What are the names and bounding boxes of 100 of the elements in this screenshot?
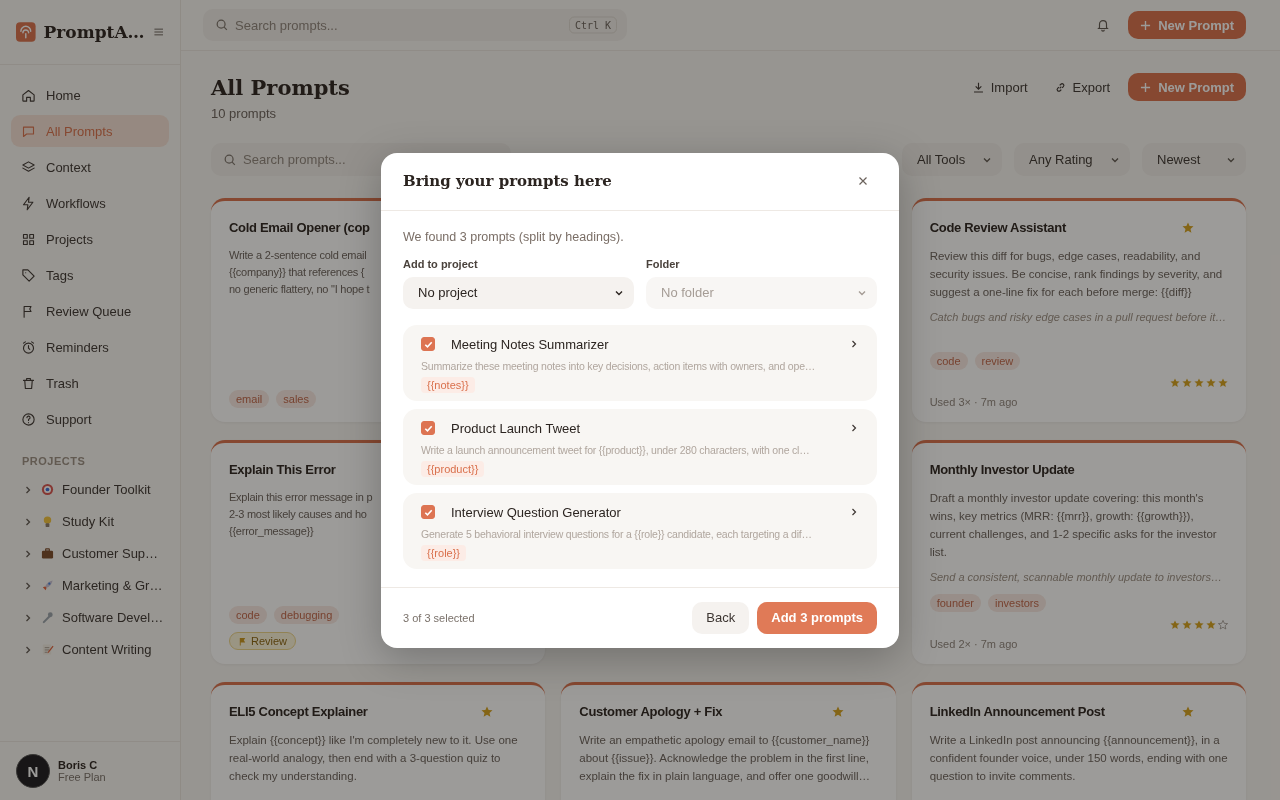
project-name: Marketing & Gr… (62, 578, 163, 593)
menu-icon[interactable] (152, 25, 164, 39)
lightbulb-icon (41, 515, 54, 528)
plus-icon (1140, 81, 1152, 93)
card-title: Monthly Investor Update (929, 462, 1075, 477)
card-description-line: {{company}} that references { (229, 265, 365, 280)
star-rating[interactable] (1170, 378, 1228, 388)
review-badge: Review (229, 632, 297, 650)
lightning-icon (21, 195, 36, 211)
download-icon (971, 80, 985, 94)
card-description-line: {{error_message}} (229, 524, 314, 539)
add-prompts-button[interactable]: Add 3 prompts (757, 601, 877, 634)
page-title: All Prompts (211, 75, 350, 100)
briefcase-icon (41, 547, 54, 560)
tag-chip[interactable]: email (229, 390, 270, 408)
selection-count: 3 of 3 selected (403, 611, 475, 624)
chevron-right-icon[interactable] (849, 339, 859, 349)
search-icon (215, 18, 229, 32)
filter-dropdown[interactable]: Newest (1142, 143, 1246, 176)
star-icon[interactable] (1182, 705, 1194, 718)
back-button[interactable]: Back (692, 601, 750, 634)
project-name: Content Writing (62, 642, 152, 657)
app-name: PromptA… (43, 22, 145, 42)
star-icon (1206, 378, 1216, 388)
sidebar-item[interactable]: Tags (11, 259, 169, 291)
checkbox[interactable] (421, 505, 435, 519)
chevron-right-icon[interactable] (849, 423, 859, 433)
avatar[interactable]: N (16, 754, 50, 788)
card-description-line: Explain this error message in p (229, 490, 373, 505)
sidebar-item[interactable]: Support (11, 403, 169, 435)
star-icon[interactable] (831, 705, 844, 718)
sidebar-item[interactable]: Review Queue (11, 295, 169, 327)
select-field[interactable]: No project (403, 276, 634, 309)
chat-bubble-icon (21, 123, 36, 139)
sidebar-item[interactable]: Workflows (11, 187, 169, 219)
card-description: Write a LinkedIn post announcing {{announcement}}, in a confident founder voice, under 150 words, ending with one question to invite comments. (929, 733, 1228, 784)
star-rating[interactable] (1170, 620, 1228, 630)
card-title: Code Review Assistant (929, 220, 1066, 235)
star-icon (1194, 620, 1204, 630)
star-icon (1182, 378, 1192, 388)
project-item[interactable]: Content Writing (11, 637, 169, 662)
star-icon[interactable] (481, 705, 494, 718)
project-item[interactable]: Marketing & Gr… (11, 573, 169, 598)
prompt-card[interactable] (911, 198, 1246, 422)
project-item[interactable]: Study Kit (11, 509, 169, 534)
layers-icon (21, 159, 36, 175)
tag-chip[interactable]: investors (987, 594, 1046, 612)
star-icon (1182, 620, 1192, 630)
sidebar-item[interactable]: Context (11, 151, 169, 183)
prompt-card[interactable]: LinkedIn Announcement Post Write a LinkedIn post announcing {{announcement}}, in a confident founder voice, under 150 words, ending with one question to invite comments. (911, 682, 1246, 800)
variable-chip: {{role}} (421, 544, 467, 561)
prompt-card[interactable] (911, 440, 1246, 664)
help-icon (21, 411, 36, 427)
sidebar-item[interactable]: Reminders (11, 331, 169, 363)
variable-chip: {{product}} (421, 460, 485, 477)
sidebar-item[interactable]: Projects (11, 223, 169, 255)
bell-icon[interactable] (1096, 18, 1111, 32)
card-title: Explain This Error (229, 462, 336, 477)
project-item[interactable]: Customer Sup… (11, 541, 169, 566)
card-description: Explain {{concept}} like I'm completely new to it. Use one real-world analogy, then end with a 3-question quiz to check my understanding. (229, 733, 519, 784)
memo-icon (41, 643, 54, 656)
star-icon (1218, 378, 1228, 388)
logo-icon (16, 20, 36, 44)
project-item[interactable]: Software Devel… (11, 605, 169, 630)
section-heading: PROJECTS (22, 455, 87, 467)
target-icon (41, 483, 54, 496)
chevron-right-icon[interactable] (849, 507, 859, 517)
project-item[interactable]: Founder Toolkit (11, 477, 169, 502)
star-icon (1194, 378, 1204, 388)
prompt-item[interactable]: Product Launch Tweet Write a launch announcement tweet for {{product}}, under 280 characters, with one cl… {{product}} (403, 408, 877, 485)
prompt-item[interactable]: Interview Question Generator Generate 5 behavioral interview questions for a {{role}} candidate, each targeting a dif… {{role}} (403, 492, 877, 569)
field-label: Folder (646, 257, 681, 270)
star-icon (1170, 378, 1180, 388)
field-label: Add to project (403, 257, 479, 270)
star-icon[interactable] (1182, 221, 1194, 234)
trash-icon (21, 375, 36, 391)
filter-dropdown[interactable]: Any Rating (1014, 143, 1130, 176)
search-icon (223, 152, 237, 167)
card-description: Draft a monthly investor update covering: this month's wins, key metrics (MRR: {{mrr}}, growth: {{growth}}), current challenges, and 1-2 specific asks for the investor list. (929, 491, 1218, 560)
project-name: Study Kit (62, 514, 115, 529)
import-button[interactable]: Import (963, 73, 1036, 101)
card-description: Review this diff for bugs, edge cases, readability, and security issues. Be concise, rank findings by severity, and suggest a one-line fix for each before merge: {{diff}} (929, 249, 1224, 300)
star-icon (1206, 620, 1216, 630)
star-icon (1170, 620, 1180, 630)
prompt-card[interactable]: Customer Apology + Fix Write an empathetic apology email to {{customer_name}} about {{issue}}. Acknowledge the problem in the first line, explain the fix in plain language, and offer one goodwill… (561, 682, 896, 800)
wrench-icon (41, 611, 54, 624)
checkbox[interactable] (421, 337, 435, 351)
export-button[interactable]: Export (1045, 73, 1119, 101)
filter-dropdown[interactable]: All Tools (902, 143, 1002, 176)
sidebar-item[interactable]: Trash (11, 367, 169, 399)
card-title: Customer Apology + Fix (579, 704, 723, 719)
sidebar-item[interactable]: Home (11, 79, 169, 111)
prompt-item[interactable]: Meeting Notes Summarizer Summarize these meeting notes into key decisions, action items with owners, and ope… {{notes}} (403, 324, 877, 401)
close-icon[interactable] (857, 175, 869, 187)
checkbox[interactable] (421, 421, 435, 435)
user-name: Boris C (58, 759, 99, 771)
link-icon (1053, 80, 1067, 94)
variable-chip: {{notes}} (421, 376, 475, 393)
card-summary: Send a consistent, scannable monthly update to investors… (929, 571, 1223, 583)
prompt-card[interactable]: ELI5 Concept Explainer Explain {{concept}} like I'm completely new to it. Use one real-world analogy, then end with a 3-question quiz to check my understanding. (211, 682, 546, 800)
